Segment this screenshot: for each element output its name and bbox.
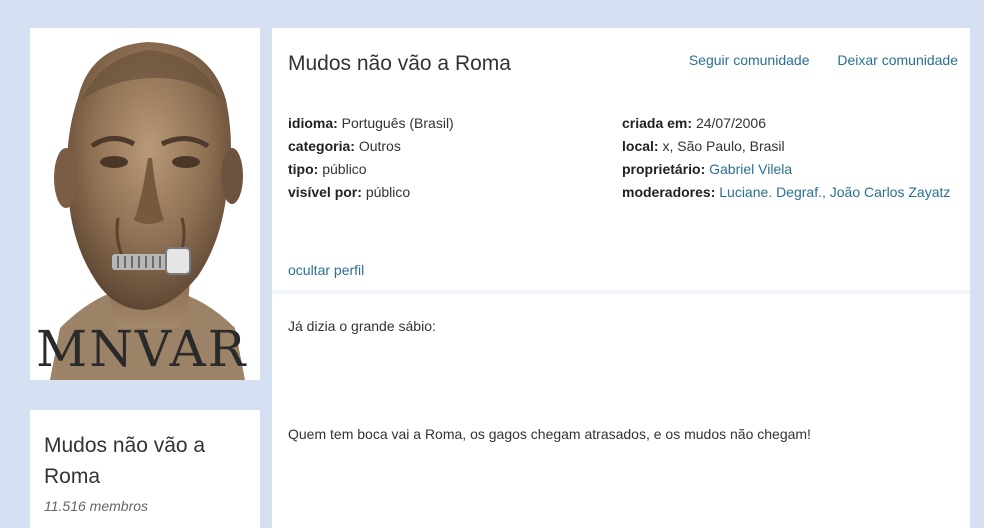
info-label: idioma:	[288, 115, 338, 131]
info-owner: proprietário: Gabriel Vilela	[622, 158, 952, 181]
info-value: Outros	[358, 138, 401, 154]
info-column-left: idioma: Português (Brasil) categoria: Ou…	[288, 112, 454, 204]
community-summary-card: Mudos não vão a Roma 11.516 membros	[30, 410, 260, 528]
community-name[interactable]: Mudos não vão a Roma	[44, 430, 244, 492]
info-label: categoria:	[288, 138, 355, 154]
description-line-1: Já dizia o grande sábio:	[288, 318, 436, 334]
description-line-2: Quem tem boca vai a Roma, os gagos chega…	[288, 426, 811, 442]
info-value: público	[365, 184, 411, 200]
info-type: tipo: público	[288, 158, 454, 181]
info-value: público	[322, 161, 367, 177]
info-label: moderadores:	[622, 184, 716, 200]
info-language: idioma: Português (Brasil)	[288, 112, 454, 135]
community-photo[interactable]: MNVAR	[30, 28, 260, 380]
page-title: Mudos não vão a Roma	[288, 52, 511, 75]
info-moderators: moderadores: Luciane. Degraf., João Carl…	[622, 181, 952, 204]
info-label: local:	[622, 138, 659, 154]
bust-image: MNVAR	[30, 28, 260, 380]
info-label: proprietário:	[622, 161, 706, 177]
owner-link[interactable]: Gabriel Vilela	[709, 161, 792, 177]
moderators-link[interactable]: Luciane. Degraf., João Carlos Zayatz	[719, 184, 950, 200]
info-visibility: visível por: público	[288, 181, 454, 204]
follow-community-link[interactable]: Seguir comunidade	[689, 52, 810, 68]
info-value: 24/07/2006	[695, 115, 767, 131]
info-category: categoria: Outros	[288, 135, 454, 158]
hide-profile-link[interactable]: ocultar perfil	[288, 262, 364, 278]
info-location: local: x, São Paulo, Brasil	[622, 135, 952, 158]
info-created: criada em: 24/07/2006	[622, 112, 952, 135]
info-label: criada em:	[622, 115, 693, 131]
divider	[272, 290, 970, 294]
info-label: visível por:	[288, 184, 362, 200]
info-value: Português (Brasil)	[341, 115, 454, 131]
community-actions: Seguir comunidade Deixar comunidade	[665, 52, 958, 68]
photo-caption: MNVAR	[36, 320, 247, 378]
leave-community-link[interactable]: Deixar comunidade	[837, 52, 958, 68]
community-profile-panel: Mudos não vão a Roma Seguir comunidade D…	[272, 28, 970, 528]
info-value: x, São Paulo, Brasil	[662, 138, 785, 154]
info-column-right: criada em: 24/07/2006 local: x, São Paul…	[622, 112, 952, 204]
info-label: tipo:	[288, 161, 319, 177]
member-count[interactable]: 11.516 membros	[44, 498, 148, 514]
